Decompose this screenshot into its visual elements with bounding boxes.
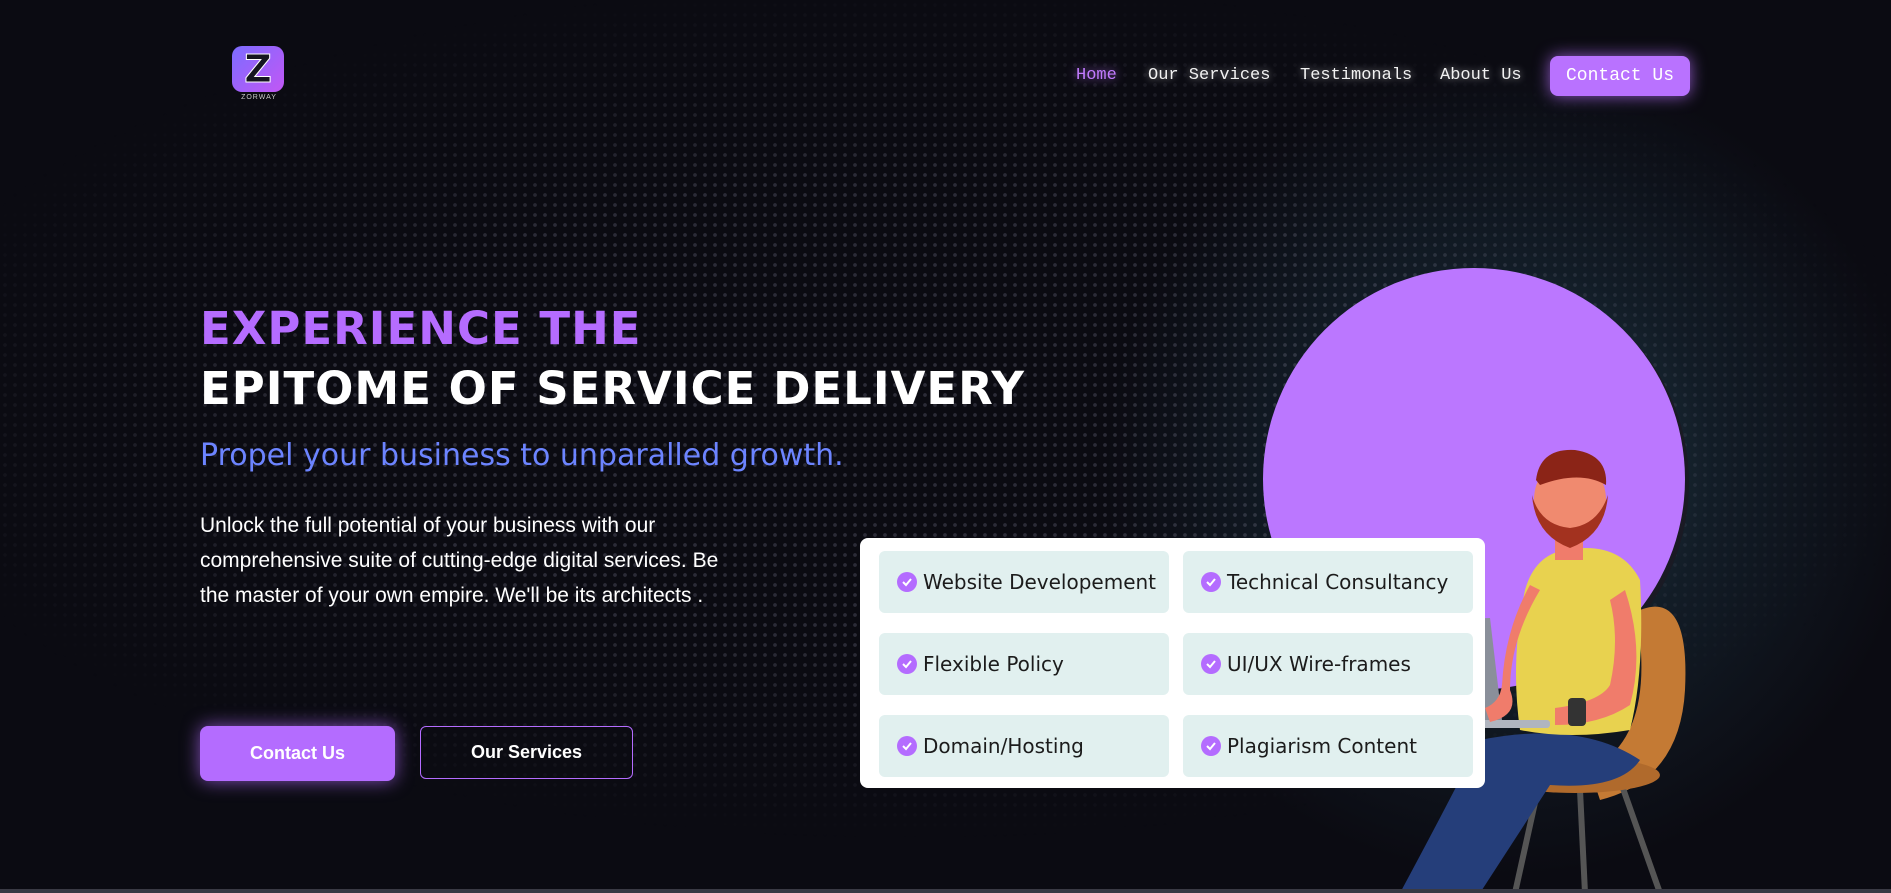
service-item[interactable]: Domain/Hosting — [879, 715, 1169, 777]
services-card: Website Developement Technical Consultan… — [860, 538, 1485, 788]
logo[interactable]: Z ZORWAY — [232, 46, 286, 106]
check-circle-icon — [1201, 654, 1221, 674]
nav-item-about-us[interactable]: About Us — [1440, 66, 1522, 85]
check-circle-icon — [897, 654, 917, 674]
service-item[interactable]: Website Developement — [879, 551, 1169, 613]
nav-item-testimonials[interactable]: Testimonals — [1300, 66, 1412, 85]
service-item[interactable]: Plagiarism Content — [1183, 715, 1473, 777]
service-label: Technical Consultancy — [1227, 570, 1449, 594]
logo-icon: Z — [232, 46, 284, 92]
check-circle-icon — [1201, 736, 1221, 756]
hero-tagline: Propel your business to unparalled growt… — [200, 438, 844, 473]
service-item[interactable]: Technical Consultancy — [1183, 551, 1473, 613]
service-label: UI/UX Wire-frames — [1227, 652, 1411, 676]
hero-description: Unlock the full potential of your busine… — [200, 514, 719, 607]
nav-item-home[interactable]: Home — [1076, 66, 1117, 85]
service-label: Domain/Hosting — [923, 734, 1084, 758]
service-label: Plagiarism Content — [1227, 734, 1417, 758]
service-label: Website Developement — [923, 570, 1157, 594]
our-services-button[interactable]: Our Services — [420, 726, 633, 779]
check-circle-icon — [1201, 572, 1221, 592]
logo-text: ZORWAY — [241, 94, 277, 101]
hero-heading-line2: EPITOME OF SERVICE DELIVERY — [200, 362, 1025, 415]
check-circle-icon — [897, 736, 917, 756]
hero-heading-line1: EXPERIENCE THE — [200, 302, 642, 355]
service-item[interactable]: UI/UX Wire-frames — [1183, 633, 1473, 695]
bottom-scrollbar-edge — [0, 889, 1891, 893]
contact-us-button[interactable]: Contact Us — [200, 726, 395, 781]
service-label: Flexible Policy — [923, 652, 1064, 676]
nav-item-our-services[interactable]: Our Services — [1148, 66, 1270, 85]
nav-contact-button[interactable]: Contact Us — [1550, 56, 1690, 96]
service-item[interactable]: Flexible Policy — [879, 633, 1169, 695]
check-circle-icon — [897, 572, 917, 592]
